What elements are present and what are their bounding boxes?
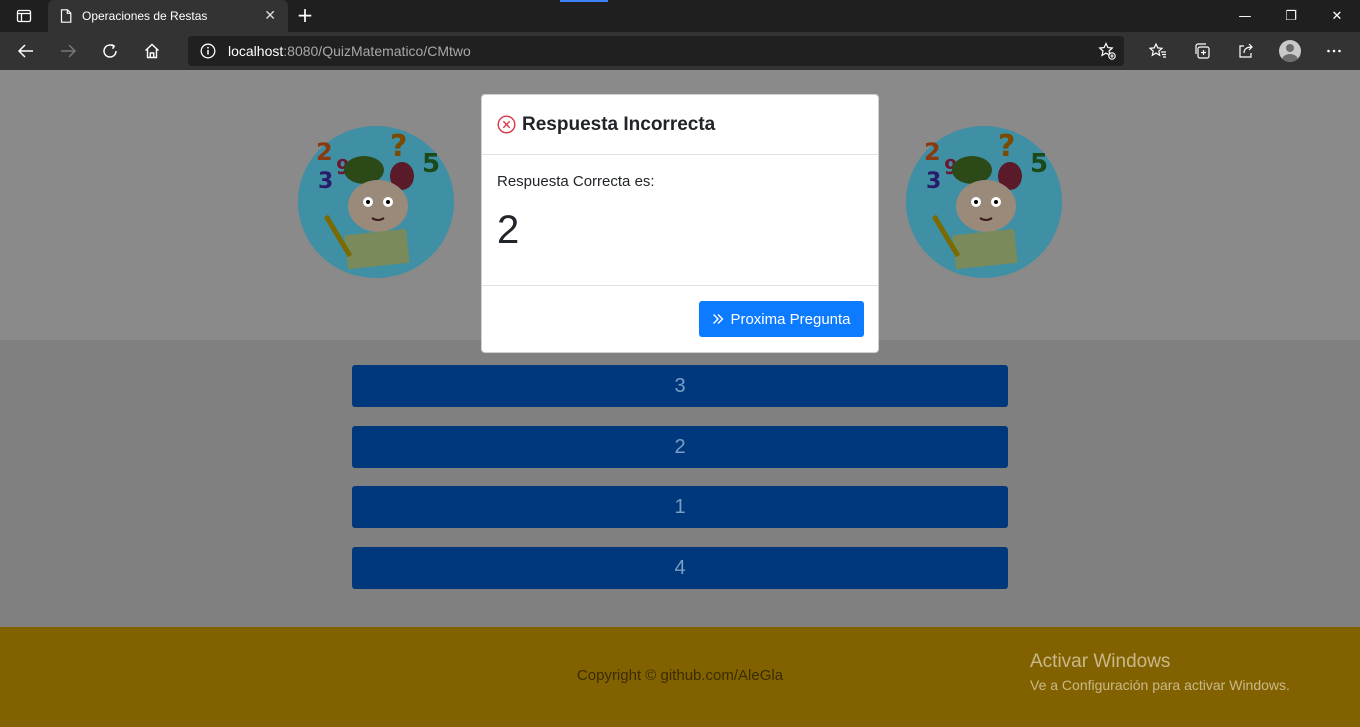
watermark-subtitle: Ve a Configuración para activar Windows. bbox=[1030, 677, 1290, 693]
close-window-button[interactable]: ✕ bbox=[1314, 0, 1360, 32]
add-favorite-icon[interactable] bbox=[1098, 42, 1116, 60]
back-button[interactable] bbox=[10, 35, 42, 67]
window-controls: — ❐ ✕ bbox=[1222, 0, 1360, 32]
modal-title: Respuesta Incorrecta bbox=[522, 113, 716, 135]
restore-button[interactable]: ❐ bbox=[1268, 0, 1314, 32]
share-button[interactable] bbox=[1230, 35, 1262, 67]
svg-text:?: ? bbox=[390, 129, 407, 164]
next-question-label: Proxima Pregunta bbox=[730, 310, 851, 328]
forward-icon bbox=[61, 44, 77, 58]
page-icon bbox=[60, 9, 72, 23]
watermark-title: Activar Windows bbox=[1030, 651, 1171, 672]
tab-actions-button[interactable] bbox=[8, 4, 40, 28]
svg-text:3: 3 bbox=[318, 169, 333, 194]
refresh-button[interactable] bbox=[94, 35, 126, 67]
back-icon bbox=[17, 44, 33, 58]
correct-answer-value: 2 bbox=[497, 208, 520, 252]
favorites-icon bbox=[1149, 42, 1166, 58]
new-tab-button[interactable]: + bbox=[292, 4, 318, 28]
url-text[interactable]: localhost:8080/QuizMatematico/CMtwo bbox=[228, 43, 471, 59]
answer-options: 3 2 1 4 bbox=[0, 340, 1360, 627]
forward-button[interactable] bbox=[52, 35, 84, 67]
minimize-button[interactable]: — bbox=[1222, 0, 1268, 32]
address-bar[interactable]: localhost:8080/QuizMatematico/CMtwo bbox=[188, 36, 1124, 66]
collections-icon bbox=[1195, 43, 1210, 59]
profile-avatar bbox=[1279, 40, 1301, 62]
next-question-button[interactable]: Proxima Pregunta bbox=[699, 301, 864, 337]
answer-option-button[interactable]: 2 bbox=[352, 426, 1008, 468]
svg-text:?: ? bbox=[998, 129, 1015, 164]
more-icon bbox=[1327, 49, 1341, 53]
answer-option-button[interactable]: 3 bbox=[352, 365, 1008, 407]
browser-titlebar: Operaciones de Restas ✕ + — ❐ ✕ bbox=[0, 0, 1360, 32]
mascot-illustration: 2 9 3 5 ? bbox=[298, 126, 454, 278]
tab-title: Operaciones de Restas bbox=[82, 9, 208, 23]
correct-answer-label: Respuesta Correcta es: bbox=[497, 173, 655, 190]
windows-activation-watermark: Activar Windows Ve a Configuración para … bbox=[1030, 651, 1290, 693]
modal-body: Respuesta Correcta es: 2 bbox=[482, 155, 878, 286]
double-chevron-right-icon bbox=[713, 314, 724, 324]
svg-text:2: 2 bbox=[316, 138, 333, 166]
titlebar-accent bbox=[560, 0, 608, 2]
url-path: :8080/QuizMatematico/CMtwo bbox=[283, 43, 471, 59]
toolbar-right bbox=[1130, 35, 1350, 67]
home-button[interactable] bbox=[136, 35, 168, 67]
more-button[interactable] bbox=[1318, 35, 1350, 67]
collections-button[interactable] bbox=[1186, 35, 1218, 67]
mascot-illustration: 2 9 3 5 ? bbox=[906, 126, 1062, 278]
modal-footer: Proxima Pregunta bbox=[482, 286, 878, 352]
browser-toolbar: localhost:8080/QuizMatematico/CMtwo bbox=[0, 32, 1360, 70]
math-mascot-image-right: 2 9 3 5 ? bbox=[906, 126, 1062, 278]
home-icon bbox=[145, 43, 159, 59]
favorites-button[interactable] bbox=[1142, 35, 1174, 67]
url-host: localhost bbox=[228, 43, 284, 59]
share-icon bbox=[1239, 43, 1253, 58]
svg-text:2: 2 bbox=[924, 138, 941, 166]
answer-option-button[interactable]: 4 bbox=[352, 547, 1008, 589]
answer-option-button[interactable]: 1 bbox=[352, 486, 1008, 528]
browser-tab[interactable]: Operaciones de Restas ✕ bbox=[48, 0, 288, 32]
result-modal: Respuesta Incorrecta Respuesta Correcta … bbox=[481, 94, 879, 353]
tab-actions-icon bbox=[16, 9, 32, 23]
refresh-icon bbox=[103, 43, 117, 58]
svg-text:5: 5 bbox=[1030, 149, 1048, 179]
close-tab-icon[interactable]: ✕ bbox=[264, 8, 276, 24]
info-icon[interactable] bbox=[200, 43, 216, 59]
page-footer: Copyright © github.com/AleGla Activar Wi… bbox=[0, 627, 1360, 727]
modal-header: Respuesta Incorrecta bbox=[482, 95, 878, 155]
math-mascot-image-left: 2 9 3 5 ? bbox=[298, 126, 454, 278]
error-circle-icon bbox=[497, 115, 516, 134]
svg-text:5: 5 bbox=[422, 149, 440, 179]
svg-text:3: 3 bbox=[926, 169, 941, 194]
profile-button[interactable] bbox=[1274, 35, 1306, 67]
